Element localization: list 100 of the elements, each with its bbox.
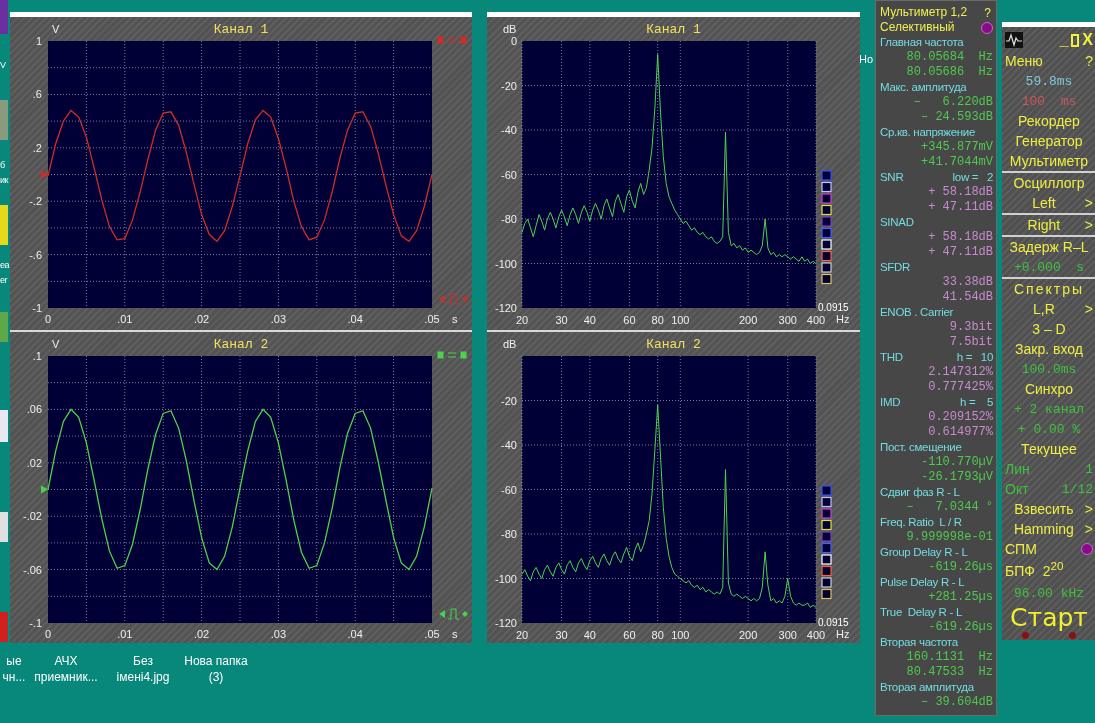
tick-label: -.06 — [23, 563, 42, 576]
menu-button[interactable]: 3 – D — [1005, 321, 1093, 337]
panel-title: Мультиметр 1,2 — [880, 5, 968, 20]
cursor-swatch-drawing[interactable] — [821, 170, 832, 285]
maximize-icon[interactable] — [1071, 33, 1080, 47]
tick-label: 400 — [806, 629, 826, 641]
measure-value: 0.777425% — [928, 380, 993, 395]
window-button[interactable]: X — [1082, 31, 1093, 49]
menu-button[interactable]: L,R — [1005, 301, 1083, 317]
measure-label: THD — [880, 350, 903, 365]
icon-label[interactable]: АЧХ приемник... — [34, 653, 98, 685]
tick-label: .2 — [32, 141, 42, 154]
trigger-icon[interactable] — [439, 608, 468, 620]
cursor-swatch-drawing[interactable] — [821, 485, 832, 600]
tick-label: 200 — [738, 629, 758, 641]
measure-value: 41.54dB — [942, 290, 993, 305]
measure-value: – 39.604dB — [921, 695, 993, 710]
tick-label: 0 — [510, 35, 517, 47]
setting-value: 1/12 — [1061, 481, 1093, 497]
icon-label[interactable]: Нова папка (3) — [184, 653, 248, 685]
measure-label: SFDR — [880, 260, 911, 275]
tick-label: -60 — [501, 483, 517, 496]
measure-value: 9.999998e-01 — [906, 530, 993, 545]
file-icon[interactable] — [0, 512, 8, 542]
tick-label: 200 — [738, 314, 758, 326]
icon-label[interactable]: ик — [0, 175, 8, 186]
menu-button[interactable]: Осциллогр — [1005, 175, 1093, 191]
help-button[interactable]: ? — [982, 5, 993, 20]
start-button[interactable]: Старт — [1010, 603, 1088, 632]
tick-label: .03 — [270, 628, 287, 640]
file-icon[interactable] — [0, 0, 8, 34]
tick-label: -80 — [501, 528, 517, 540]
tick-label: -20 — [501, 79, 517, 92]
measure-label: True Delay R - L — [880, 605, 963, 620]
file-icon[interactable] — [0, 312, 8, 342]
icon-label[interactable]: ые чн... — [2, 653, 26, 685]
setting-value: +0.000 s — [1013, 259, 1085, 275]
tick-label: -120 — [494, 617, 517, 629]
measure-value: +41.7044mV — [921, 155, 993, 170]
indicator-light-icon — [1022, 632, 1029, 639]
tick-label: 40 — [583, 629, 596, 641]
menu-button[interactable]: Hamming — [1005, 521, 1083, 537]
menu-button[interactable]: Left — [1005, 195, 1083, 211]
menu-button[interactable]: Текущее — [1005, 441, 1093, 457]
menu-button[interactable]: Задерж R–L — [1005, 239, 1093, 255]
toggle-indicator[interactable] — [1081, 543, 1093, 555]
tick-label: .01 — [117, 628, 133, 640]
axis-unit: Hz — [836, 628, 850, 640]
tick-label: 1 — [35, 35, 42, 47]
menu-button[interactable]: Рекордер — [1005, 113, 1093, 129]
menu-button[interactable]: Синхро — [1005, 381, 1093, 397]
menu-button[interactable]: Спектры — [1005, 281, 1093, 297]
axis-unit: V — [52, 23, 60, 35]
icon-label[interactable]: б — [0, 160, 5, 171]
menu-button[interactable]: Генератор — [1005, 133, 1093, 149]
file-icon[interactable] — [0, 100, 8, 140]
waveform-icon[interactable] — [1005, 32, 1023, 48]
measure-value: – 6.220dB — [913, 95, 993, 110]
menu-button[interactable]: Меню — [1005, 53, 1043, 69]
menu-button[interactable]: Мультиметр — [1005, 153, 1093, 169]
menu-button[interactable]: Взвесить — [1005, 501, 1083, 517]
toggle-indicator[interactable] — [981, 21, 993, 34]
icon-label[interactable]: V — [0, 60, 6, 71]
measure-value: + 58.18dB — [928, 230, 993, 245]
measure-value: 0.614977% — [928, 425, 993, 440]
setting-value: 1 — [1085, 461, 1093, 477]
parameter-label: low = 2 — [952, 170, 993, 185]
tick-label: .05 — [424, 313, 440, 325]
tick-label: 0 — [44, 313, 52, 325]
file-icon[interactable] — [0, 612, 8, 642]
axis-unit: V — [52, 338, 60, 350]
menu-button[interactable]: Закр. вход — [1005, 341, 1093, 357]
tick-label: .02 — [26, 456, 42, 469]
axis-unit: s — [452, 628, 458, 640]
parameter-label: h = 5 — [959, 395, 993, 410]
setting-label: БПФ 2$^{20}$ — [1005, 559, 1064, 581]
icon-label[interactable]: Но — [859, 53, 874, 65]
icon-label[interactable]: er — [0, 275, 7, 286]
tick-label: 30 — [555, 629, 568, 641]
window-button[interactable]: _ — [1059, 31, 1069, 49]
file-icon[interactable] — [0, 205, 8, 245]
tick-label: .1 — [32, 350, 42, 362]
icon-label[interactable]: Без імені4.jpg — [116, 653, 170, 685]
tick-label: .05 — [424, 628, 440, 640]
coupling-icon[interactable] — [437, 351, 467, 359]
tick-label: -120 — [494, 302, 517, 314]
help-button[interactable]: ? — [1085, 53, 1093, 69]
axis-unit: Hz — [836, 313, 850, 325]
file-icon[interactable] — [0, 410, 8, 442]
measure-label: Вторая частота — [880, 635, 958, 650]
tick-label: .04 — [347, 313, 363, 325]
tick-label: 300 — [778, 314, 797, 326]
menu-button[interactable]: Right — [1005, 217, 1083, 233]
measure-value: + 47.11dB — [928, 245, 993, 260]
chart-title: Канал 2 — [213, 337, 269, 352]
icon-label[interactable]: ea — [0, 260, 9, 271]
measure-label: Pulse Delay R - L — [880, 575, 965, 590]
measure-label: SINAD — [880, 215, 914, 230]
tick-label: 30 — [555, 314, 568, 326]
tick-label: -100 — [494, 572, 517, 585]
